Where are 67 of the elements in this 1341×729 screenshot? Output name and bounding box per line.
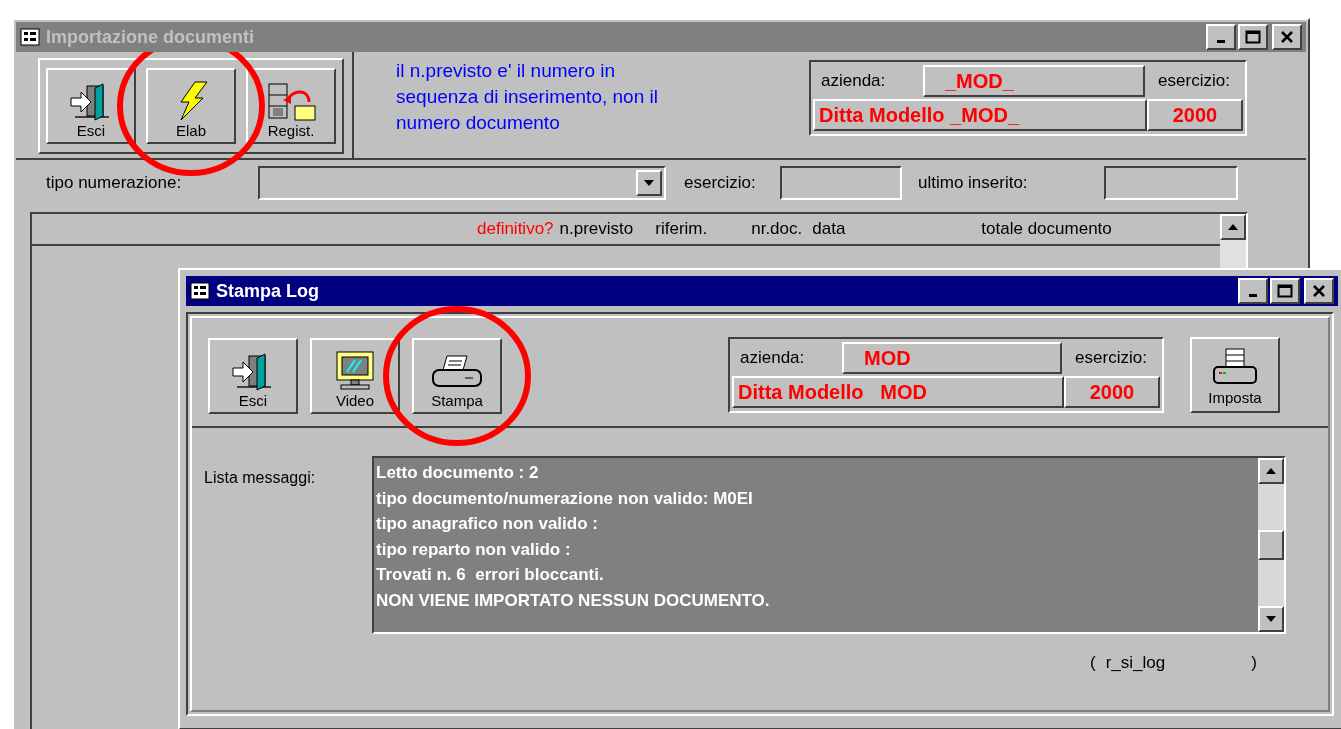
- form-code: (: [1090, 652, 1096, 674]
- scrollbar-thumb[interactable]: [1258, 530, 1284, 560]
- message-line: NON VIENE IMPORTATO NESSUN DOCUMENTO.: [376, 589, 770, 612]
- numbering-dropdown[interactable]: [258, 166, 666, 200]
- message-line: tipo anagrafico non valido :: [376, 513, 598, 535]
- setup-button[interactable]: Imposta: [1190, 337, 1280, 413]
- form-code: ): [1251, 652, 1257, 674]
- toolbar-button[interactable]: Regist.: [246, 68, 336, 144]
- close-button[interactable]: [1304, 278, 1334, 304]
- company-code-field: _MOD_: [923, 65, 1145, 97]
- column-header: nr.doc.: [751, 218, 803, 241]
- company-code-field: MOD: [842, 342, 1062, 374]
- field-label: tipo numerazione:: [46, 172, 183, 195]
- company-name-field: Ditta Modello MOD: [732, 376, 1064, 408]
- year-input[interactable]: [780, 166, 902, 200]
- info-note: il n.previsto e' il numero in sequenza di inserimento, non il numero documento: [396, 59, 659, 135]
- down-arrow-icon: [1266, 616, 1276, 622]
- field-label: azienda:: [820, 70, 887, 93]
- toolbar-button[interactable]: Stampa: [412, 338, 502, 414]
- up-arrow-icon: [1266, 468, 1276, 474]
- scroll-up-button[interactable]: [1220, 214, 1246, 240]
- minimize-icon: [1217, 39, 1225, 43]
- column-header: data: [812, 218, 846, 241]
- toolbar-button[interactable]: Esci: [208, 338, 298, 414]
- year-field: 2000: [1147, 99, 1243, 131]
- year-field: 2000: [1064, 376, 1160, 408]
- last-inserted-input[interactable]: [1104, 166, 1238, 200]
- field-label: Lista messaggi:: [204, 468, 317, 488]
- company-name-field: Ditta Modello _MOD_: [813, 99, 1147, 131]
- column-header: definitivo?: [477, 218, 554, 241]
- dropdown-arrow-icon: [644, 180, 654, 186]
- minimize-icon: [1249, 293, 1257, 297]
- maximize-icon: [1277, 284, 1293, 298]
- toolbar-button[interactable]: Esci: [46, 68, 136, 144]
- window-title: Stampa Log: [216, 279, 320, 303]
- message-line: Letto documento : 2: [376, 462, 539, 484]
- monitor-icon: [333, 350, 377, 392]
- toolbar-button[interactable]: Elab: [146, 68, 236, 144]
- cabinet-folder-icon: [265, 82, 317, 122]
- minimize-button[interactable]: [1206, 24, 1236, 50]
- up-arrow-icon: [1228, 224, 1238, 230]
- scroll-up-button[interactable]: [1258, 458, 1284, 484]
- field-label: esercizio:: [684, 172, 757, 195]
- close-icon: [1312, 284, 1326, 298]
- field-label: esercizio:: [1074, 347, 1148, 370]
- column-header: riferim.: [655, 218, 708, 241]
- form-icon: [190, 282, 210, 300]
- form-icon: [20, 28, 40, 46]
- field-label: ultimo inserito:: [918, 172, 1029, 195]
- maximize-button[interactable]: [1238, 24, 1268, 50]
- message-line: tipo documento/numerazione non valido: M0EI: [376, 487, 753, 510]
- message-line: Trovati n. 6 errori bloccanti.: [376, 564, 604, 586]
- message-line: tipo reparto non valido :: [376, 538, 571, 561]
- field-label: esercizio:: [1157, 70, 1231, 93]
- window-title: Importazione documenti: [46, 25, 255, 49]
- form-code: r_si_log: [1105, 652, 1166, 674]
- printer-icon: [1210, 346, 1260, 387]
- field-label: azienda:: [739, 347, 806, 370]
- close-icon: [1280, 30, 1294, 44]
- scroll-down-button[interactable]: [1258, 606, 1284, 632]
- minimize-button[interactable]: [1238, 278, 1268, 304]
- maximize-icon: [1245, 30, 1261, 44]
- column-header: n.previsto: [559, 218, 634, 241]
- maximize-button[interactable]: [1270, 278, 1300, 304]
- close-button[interactable]: [1272, 24, 1302, 50]
- toolbar-button[interactable]: Video: [310, 338, 400, 414]
- column-header: totale documento: [981, 218, 1112, 241]
